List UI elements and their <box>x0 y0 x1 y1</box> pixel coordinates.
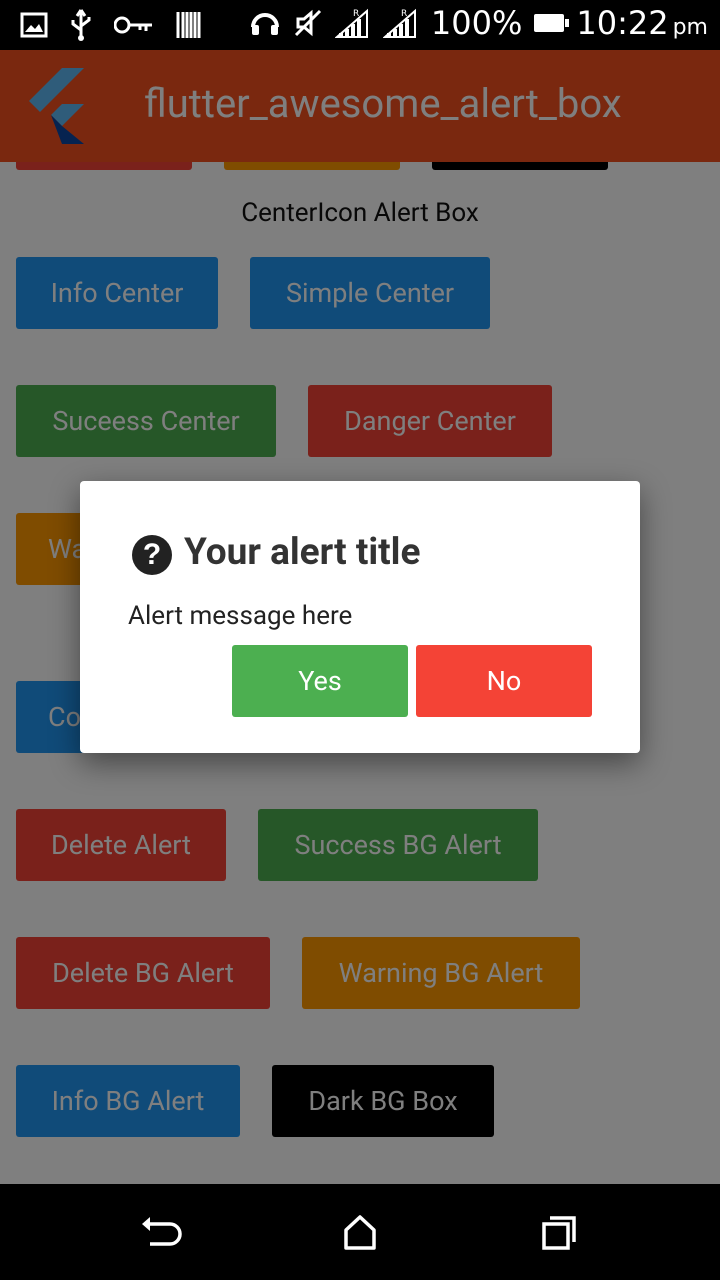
home-icon[interactable] <box>338 1212 382 1252</box>
clock-time: 10:22 <box>576 4 669 42</box>
clock-suffix: pm <box>672 15 708 40</box>
back-icon[interactable] <box>138 1212 182 1252</box>
dialog-message: Alert message here <box>128 601 353 631</box>
battery-percent: 100% <box>430 4 523 42</box>
recent-apps-icon[interactable] <box>538 1212 582 1252</box>
yes-button[interactable]: Yes <box>232 645 408 717</box>
headset-icon <box>250 13 279 35</box>
image-notification-icon <box>20 12 48 38</box>
status-right-icons: R R 100% 10:22 pm <box>249 4 708 42</box>
svg-text:R: R <box>401 9 407 19</box>
clock: 10:22 pm <box>576 4 708 42</box>
question-circle-icon: ? <box>132 535 172 575</box>
no-button[interactable]: No <box>416 645 592 717</box>
barcode-icon <box>176 12 201 38</box>
svg-text:R: R <box>353 9 359 19</box>
status-left-icons <box>20 8 202 42</box>
status-bar: R R 100% 10:22 pm <box>0 0 720 50</box>
signal-icon-2: R <box>382 8 416 38</box>
navigation-bar <box>0 1184 720 1280</box>
alert-dialog: ? Your alert title Alert message here Ye… <box>80 481 640 753</box>
key-icon <box>114 16 152 34</box>
dialog-title: Your alert title <box>184 531 421 574</box>
usb-icon <box>71 9 91 41</box>
signal-icon-1: R <box>334 8 368 38</box>
battery-icon <box>534 14 570 32</box>
mute-icon <box>294 9 321 37</box>
